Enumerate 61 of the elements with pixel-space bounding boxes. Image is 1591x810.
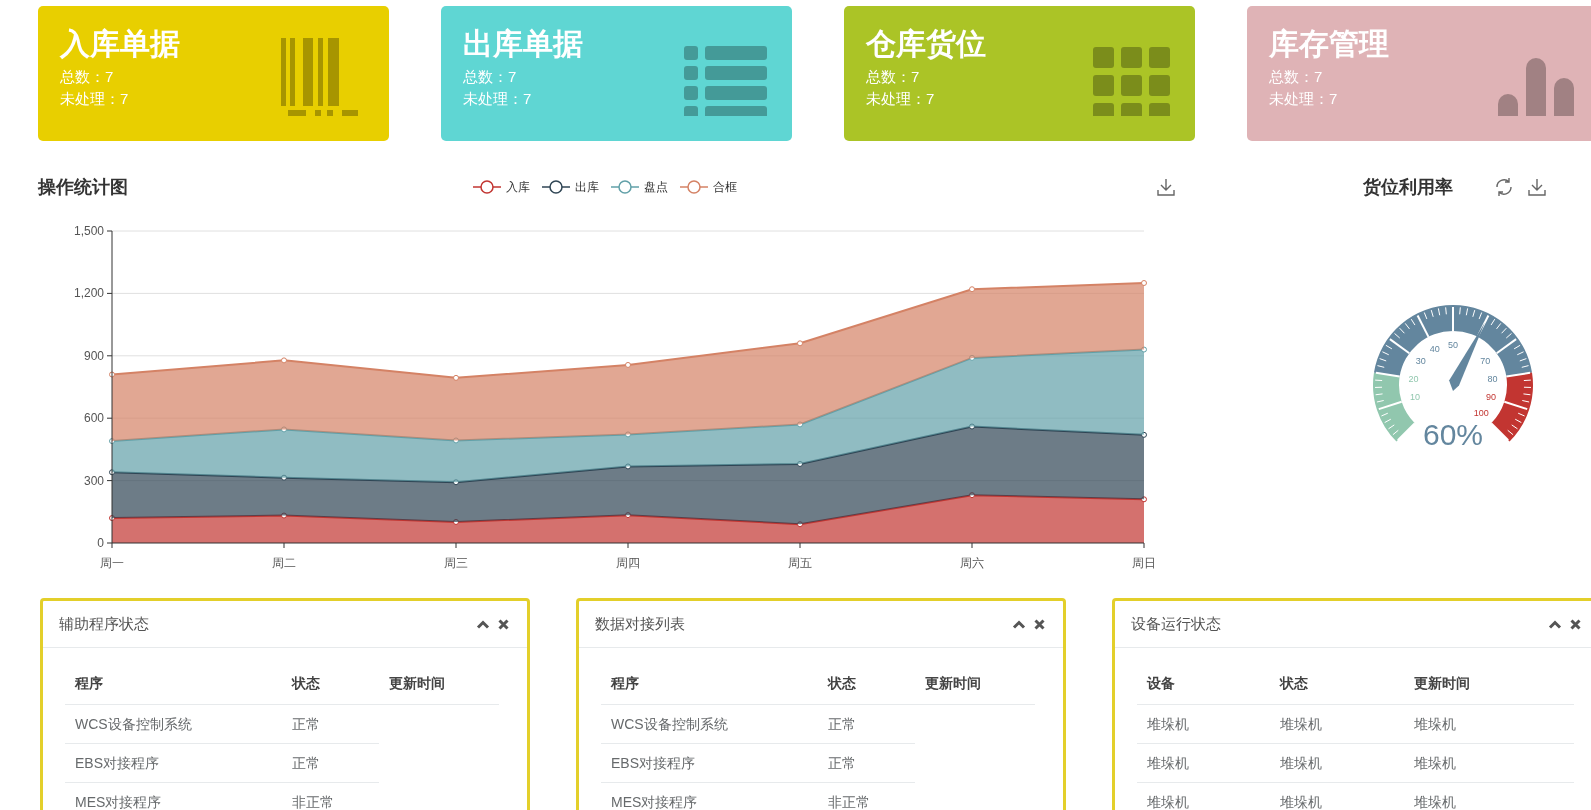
table-cell: 正常 <box>818 743 915 782</box>
pending-count: 未处理：7 <box>1269 89 1339 109</box>
panel-title: 数据对接列表 <box>595 614 686 634</box>
axis-label: 1,200 <box>73 286 104 301</box>
table-cell: EBS对接程序 <box>601 743 818 782</box>
table-cell: 堆垛机 <box>1404 782 1574 810</box>
table-cell-text: 正常 <box>291 715 321 734</box>
column-header: 程序 <box>65 662 282 705</box>
table-cell: 堆垛机 <box>1137 782 1270 810</box>
panel-title: 设备运行状态 <box>1131 614 1222 634</box>
axis-label: 周二 <box>272 556 296 570</box>
column-header: 状态 <box>818 662 915 705</box>
table-cell: 堆垛机 <box>1270 782 1404 810</box>
gauge-title: 货位利用率 <box>1363 176 1453 199</box>
table-cell-text: 堆垛机 <box>1146 715 1190 734</box>
table-cell: 堆垛机 <box>1270 743 1404 782</box>
gauge-drawing: 10 20 30 40 50 70 80 90 100 60% <box>1368 300 1538 460</box>
axis-label: 周五 <box>788 556 812 570</box>
table-cell-text: WCS设备控制系统 <box>610 715 729 734</box>
axis-label: 1,500 <box>73 224 104 238</box>
column-header: 状态 <box>282 662 379 705</box>
axis-label: 周日 <box>1132 556 1156 570</box>
table-cell-text: 正常 <box>827 715 857 734</box>
table-cell: MES对接程序 <box>65 782 282 810</box>
axis-label: 周四 <box>616 556 640 570</box>
column-header: 更新时间 <box>379 662 499 705</box>
table-cell-text: WCS设备控制系统 <box>74 715 193 734</box>
table-cell: 正常 <box>282 743 379 782</box>
card-title: 入库单据 <box>60 26 180 62</box>
table-cell: 堆垛机 <box>1404 743 1574 782</box>
table-cell-text: 堆垛机 <box>1279 715 1323 734</box>
pending-count: 未处理：7 <box>866 89 936 109</box>
table-cell-text: 堆垛机 <box>1413 715 1457 734</box>
card-title: 库存管理 <box>1269 26 1389 62</box>
axis-label: 周三 <box>444 556 468 570</box>
axis-label: 周六 <box>960 556 984 570</box>
column-header: 状态 <box>1270 662 1404 705</box>
total-count: 总数：7 <box>60 67 115 87</box>
card-title: 仓库货位 <box>866 26 986 62</box>
axis-label: 300 <box>83 473 104 488</box>
card-title: 出库单据 <box>463 26 583 62</box>
table-cell: 非正常 <box>818 782 915 810</box>
total-count: 总数：7 <box>463 67 518 87</box>
total-count: 总数：7 <box>1269 67 1324 87</box>
chart-title: 操作统计图 <box>38 176 128 199</box>
column-header: 更新时间 <box>1404 662 1574 705</box>
table-cell: 非正常 <box>282 782 379 810</box>
axis-label: 600 <box>83 411 104 426</box>
table-cell: 堆垛机 <box>1137 743 1270 782</box>
axis-label: 900 <box>83 348 104 363</box>
pending-count: 未处理：7 <box>60 89 130 109</box>
column-header: 设备 <box>1137 662 1270 705</box>
column-header: 更新时间 <box>915 662 1035 705</box>
table-cell: MES对接程序 <box>601 782 818 810</box>
panel-title: 辅助程序状态 <box>59 614 150 634</box>
axis-label: 0 <box>97 536 104 550</box>
axis-label: 周一 <box>100 556 124 570</box>
total-count: 总数：7 <box>866 67 921 87</box>
table-cell: EBS对接程序 <box>65 743 282 782</box>
pending-count: 未处理：7 <box>463 89 533 109</box>
column-header: 程序 <box>601 662 818 705</box>
